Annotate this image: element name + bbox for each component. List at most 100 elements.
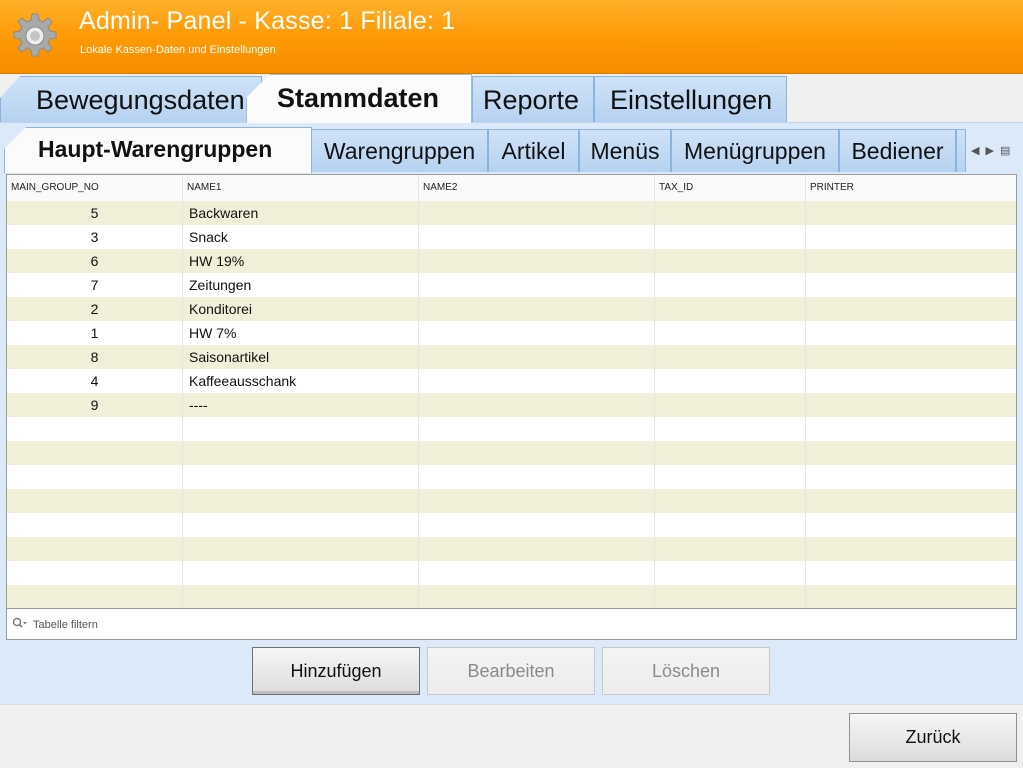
table-cell bbox=[7, 585, 183, 608]
table-cell bbox=[655, 393, 806, 417]
table-row[interactable]: 9 ---- bbox=[7, 393, 1016, 417]
table-cell bbox=[7, 489, 183, 513]
empty-row bbox=[7, 537, 1016, 561]
column-header[interactable]: NAME1 bbox=[183, 175, 419, 201]
subtab-label: Artikel bbox=[501, 138, 566, 164]
table-cell bbox=[655, 585, 806, 608]
table-cell bbox=[806, 441, 1016, 465]
table-cell bbox=[7, 561, 183, 585]
table-cell bbox=[655, 225, 806, 249]
table-row[interactable]: 7 Zeitungen bbox=[7, 273, 1016, 297]
column-header[interactable]: MAIN_GROUP_NO bbox=[7, 175, 183, 201]
tab-einstellungen[interactable]: Einstellungen bbox=[594, 76, 787, 122]
table-row[interactable]: 3 Snack bbox=[7, 225, 1016, 249]
table-row[interactable]: 2 Konditorei bbox=[7, 297, 1016, 321]
empty-row bbox=[7, 465, 1016, 489]
table-row[interactable]: 6 HW 19% bbox=[7, 249, 1016, 273]
table-cell bbox=[655, 201, 806, 225]
table-cell bbox=[655, 297, 806, 321]
table-cell bbox=[806, 585, 1016, 608]
sub-tab-bar: Haupt-Warengruppen Warengruppen Artikel … bbox=[0, 127, 1023, 173]
empty-row bbox=[7, 513, 1016, 537]
filter-input[interactable] bbox=[31, 613, 995, 637]
subtab-bediener[interactable]: Bediener bbox=[839, 129, 956, 172]
edit-button[interactable]: Bearbeiten bbox=[427, 647, 595, 695]
table-cell bbox=[806, 465, 1016, 489]
table-cell bbox=[655, 465, 806, 489]
search-icon bbox=[12, 617, 27, 628]
tab-stammdaten[interactable]: Stammdaten bbox=[246, 74, 472, 123]
column-header[interactable]: TAX_ID bbox=[655, 175, 806, 201]
table-cell: 2 bbox=[7, 297, 183, 321]
table-cell bbox=[183, 441, 419, 465]
table-cell bbox=[419, 273, 655, 297]
subtab-label: Haupt-Warengruppen bbox=[38, 136, 273, 162]
table-cell bbox=[183, 513, 419, 537]
scroll-left-icon[interactable]: ◀ bbox=[971, 144, 979, 157]
tab-scroll-controls: ◀ ▶ ▤ bbox=[971, 132, 1010, 168]
table-cell bbox=[806, 225, 1016, 249]
table-cell bbox=[183, 465, 419, 489]
table-cell: 5 bbox=[7, 201, 183, 225]
table-cell: 7 bbox=[7, 273, 183, 297]
table-filter bbox=[6, 609, 1017, 640]
table-cell bbox=[419, 249, 655, 273]
back-button[interactable]: Zurück bbox=[849, 713, 1017, 762]
table-cell bbox=[183, 561, 419, 585]
table-cell bbox=[419, 369, 655, 393]
tab-label: Reporte bbox=[483, 85, 580, 115]
tab-label: Bewegungsdaten bbox=[36, 85, 245, 115]
table-cell bbox=[806, 537, 1016, 561]
column-header[interactable]: PRINTER bbox=[806, 175, 1016, 201]
table-row[interactable]: 5 Backwaren bbox=[7, 201, 1016, 225]
table-cell: Saisonartikel bbox=[183, 345, 419, 369]
subtab-label: Menügruppen bbox=[684, 138, 826, 164]
table-cell bbox=[806, 489, 1016, 513]
table-cell bbox=[419, 297, 655, 321]
subtab-artikel[interactable]: Artikel bbox=[488, 129, 579, 172]
table-cell: Konditorei bbox=[183, 297, 419, 321]
table-cell: 9 bbox=[7, 393, 183, 417]
empty-row bbox=[7, 585, 1016, 608]
table-cell bbox=[655, 513, 806, 537]
table-row[interactable]: 8 Saisonartikel bbox=[7, 345, 1016, 369]
table-cell bbox=[806, 561, 1016, 585]
empty-row bbox=[7, 561, 1016, 585]
table-cell: 3 bbox=[7, 225, 183, 249]
table-row[interactable]: 4 Kaffeeausschank bbox=[7, 369, 1016, 393]
empty-row bbox=[7, 417, 1016, 441]
delete-button[interactable]: Löschen bbox=[602, 647, 770, 695]
subtab-menuegruppen[interactable]: Menügruppen bbox=[671, 129, 839, 172]
table-cell bbox=[419, 513, 655, 537]
empty-row bbox=[7, 441, 1016, 465]
table-cell bbox=[655, 417, 806, 441]
table-cell bbox=[183, 417, 419, 441]
table-cell: 8 bbox=[7, 345, 183, 369]
table-cell bbox=[806, 393, 1016, 417]
table-row[interactable]: 1 HW 7% bbox=[7, 321, 1016, 345]
table-cell bbox=[183, 585, 419, 608]
subtab-haupt-warengruppen[interactable]: Haupt-Warengruppen bbox=[4, 127, 312, 173]
column-header[interactable]: NAME2 bbox=[419, 175, 655, 201]
table-cell bbox=[655, 537, 806, 561]
empty-row bbox=[7, 489, 1016, 513]
tab-reporte[interactable]: Reporte bbox=[472, 76, 594, 122]
subtab-label: Bediener bbox=[851, 138, 944, 164]
tab-list-icon[interactable]: ▤ bbox=[1000, 144, 1010, 157]
table-cell: Backwaren bbox=[183, 201, 419, 225]
table-cell bbox=[419, 201, 655, 225]
subtab-menues[interactable]: Menüs bbox=[579, 129, 671, 172]
table-cell bbox=[419, 537, 655, 561]
table-cell bbox=[655, 273, 806, 297]
table-cell: Zeitungen bbox=[183, 273, 419, 297]
subtab-overflow[interactable] bbox=[956, 129, 966, 172]
table-cell bbox=[419, 441, 655, 465]
scroll-right-icon[interactable]: ▶ bbox=[985, 144, 993, 157]
table-cell bbox=[419, 417, 655, 441]
subtab-warengruppen[interactable]: Warengruppen bbox=[311, 129, 488, 172]
subtab-label: Menüs bbox=[590, 138, 660, 164]
table-cell bbox=[655, 489, 806, 513]
add-button[interactable]: Hinzufügen bbox=[252, 647, 420, 695]
tab-bewegungsdaten[interactable]: Bewegungsdaten bbox=[0, 76, 262, 122]
table-cell bbox=[419, 585, 655, 608]
